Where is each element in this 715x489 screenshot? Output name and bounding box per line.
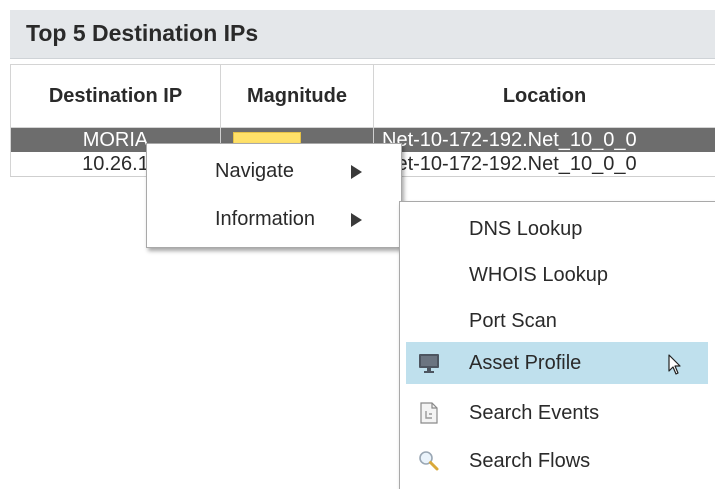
monitor-icon [419, 354, 439, 373]
submenu-item-label: Search Flows [469, 450, 591, 472]
submenu-item-dns-lookup[interactable]: DNS Lookup [400, 208, 715, 250]
submenu-item-label: Asset Profile [469, 352, 582, 374]
submenu-item-label: DNS Lookup [469, 218, 583, 240]
menu-item-label: Information [215, 208, 316, 230]
submenu-item-label: Search Events [469, 402, 600, 424]
magnifier-icon [419, 451, 439, 471]
context-menu: Navigate Information [146, 143, 402, 248]
location-cell: Net-10-172-192.Net_10_0_0 [382, 152, 637, 175]
document-icon [420, 402, 438, 424]
submenu-item-label: WHOIS Lookup [469, 264, 608, 286]
information-submenu: DNS Lookup WHOIS Lookup Port Scan Asset … [399, 201, 715, 489]
location-cell: Net-10-172-192.Net_10_0_0 [382, 128, 637, 151]
submenu-arrow-icon [351, 213, 362, 227]
submenu-item-label: Port Scan [469, 310, 557, 332]
column-header-destination-ip[interactable]: Destination IP [10, 65, 221, 127]
submenu-item-whois-lookup[interactable]: WHOIS Lookup [400, 254, 715, 296]
table-header-row: Destination IP Magnitude Location [10, 64, 715, 128]
menu-item-label: Navigate [215, 160, 294, 182]
submenu-arrow-icon [351, 165, 362, 179]
submenu-item-asset-profile[interactable]: Asset Profile [406, 342, 708, 384]
submenu-item-search-flows[interactable]: Search Flows [400, 440, 715, 482]
submenu-item-port-scan[interactable]: Port Scan [400, 300, 715, 342]
submenu-item-search-events[interactable]: Search Events [400, 392, 715, 434]
column-header-magnitude[interactable]: Magnitude [221, 65, 374, 127]
menu-item-information[interactable]: Information [147, 200, 401, 240]
panel-header: Top 5 Destination IPs [10, 10, 715, 59]
column-header-location[interactable]: Location [374, 65, 715, 127]
mouse-pointer-icon [668, 354, 681, 375]
screen: Top 5 Destination IPs Destination IP Mag… [0, 0, 715, 489]
menu-item-navigate[interactable]: Navigate [147, 152, 401, 192]
panel-title: Top 5 Destination IPs [26, 20, 259, 46]
